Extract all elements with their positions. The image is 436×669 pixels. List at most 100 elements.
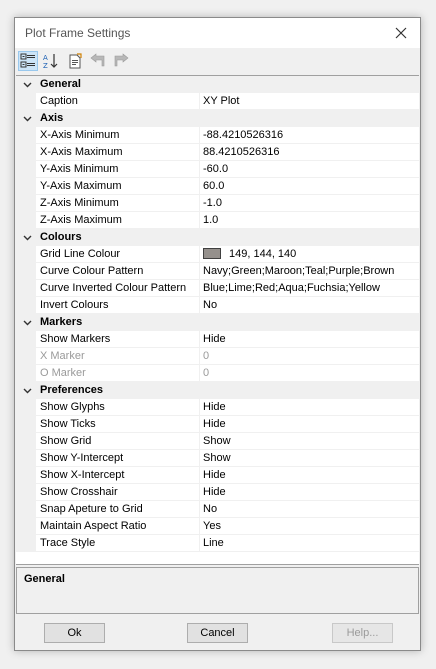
property-value-cell[interactable]: 88.4210526316	[199, 144, 419, 160]
row-gutter	[16, 144, 36, 161]
category-markers[interactable]: Markers	[16, 314, 419, 331]
property-value-cell[interactable]: -60.0	[199, 161, 419, 177]
property-value-cell[interactable]: -88.4210526316	[199, 127, 419, 143]
property-value: Hide	[203, 418, 226, 430]
property-row-show-crosshair[interactable]: Show Crosshair Hide	[16, 484, 419, 501]
property-value-cell[interactable]: 0	[199, 365, 419, 381]
property-name: Y-Axis Maximum	[40, 180, 122, 192]
property-value-cell[interactable]: No	[199, 501, 419, 517]
chevron-down-icon[interactable]	[22, 79, 33, 90]
property-row-grid-line-colour[interactable]: Grid Line Colour 149, 144, 140	[16, 246, 419, 263]
property-value: 0	[203, 367, 210, 379]
help-button[interactable]: Help...	[332, 623, 393, 643]
property-value-cell[interactable]: Hide	[199, 467, 419, 483]
property-value-cell[interactable]: Yes	[199, 518, 419, 534]
property-value-cell[interactable]: 60.0	[199, 178, 419, 194]
property-value-cell[interactable]: XY Plot	[199, 93, 419, 109]
chevron-down-icon[interactable]	[22, 385, 33, 396]
row-gutter	[16, 467, 36, 484]
title-bar[interactable]: Plot Frame Settings	[15, 18, 420, 48]
row-gutter	[16, 127, 36, 144]
chevron-down-icon[interactable]	[22, 317, 33, 328]
ok-button[interactable]: Ok	[44, 623, 105, 643]
row-gutter	[16, 246, 36, 263]
property-row-caption[interactable]: Caption XY Plot	[16, 93, 419, 110]
property-value: Yes	[203, 520, 221, 532]
property-value-cell[interactable]: Show	[199, 433, 419, 449]
category-colours[interactable]: Colours	[16, 229, 419, 246]
property-value: -60.0	[203, 163, 229, 175]
property-value-cell[interactable]: -1.0	[199, 195, 419, 211]
property-name: X Marker	[40, 350, 85, 362]
cancel-button[interactable]: Cancel	[187, 623, 248, 643]
property-row-z-axis-minimum[interactable]: Z-Axis Minimum -1.0	[16, 195, 419, 212]
property-row-show-markers[interactable]: Show Markers Hide	[16, 331, 419, 348]
property-row-show-glyphs[interactable]: Show Glyphs Hide	[16, 399, 419, 416]
property-row-x-axis-maximum[interactable]: X-Axis Maximum 88.4210526316	[16, 144, 419, 161]
property-value: Hide	[203, 333, 226, 345]
property-row-z-axis-maximum[interactable]: Z-Axis Maximum 1.0	[16, 212, 419, 229]
property-name: Caption	[40, 95, 78, 107]
undo-button[interactable]	[88, 51, 108, 71]
row-gutter	[16, 348, 36, 365]
property-name: Curve Inverted Colour Pattern	[40, 282, 187, 294]
categorized-button[interactable]	[18, 51, 38, 71]
property-row-curve-inverted-colour-pattern[interactable]: Curve Inverted Colour Pattern Blue;Lime;R…	[16, 280, 419, 297]
property-row-maintain-aspect-ratio[interactable]: Maintain Aspect Ratio Yes	[16, 518, 419, 535]
property-value-cell[interactable]: Line	[199, 535, 419, 551]
property-value-cell[interactable]: 1.0	[199, 212, 419, 228]
property-row-x-axis-minimum[interactable]: X-Axis Minimum -88.4210526316	[16, 127, 419, 144]
property-row-snap-apeture-to-grid[interactable]: Snap Apeture to Grid No	[16, 501, 419, 518]
property-row-invert-colours[interactable]: Invert Colours No	[16, 297, 419, 314]
property-name: X-Axis Minimum	[40, 129, 120, 141]
property-value-cell[interactable]: Hide	[199, 331, 419, 347]
category-axis[interactable]: Axis	[16, 110, 419, 127]
property-value-cell[interactable]: Hide	[199, 484, 419, 500]
redo-button[interactable]	[111, 51, 131, 71]
category-label: General	[40, 78, 81, 90]
property-value: Hide	[203, 469, 226, 481]
property-row-y-axis-minimum[interactable]: Y-Axis Minimum -60.0	[16, 161, 419, 178]
property-row-o-marker[interactable]: O Marker 0	[16, 365, 419, 382]
property-value-cell[interactable]: Navy;Green;Maroon;Teal;Purple;Brown	[199, 263, 419, 279]
property-value-cell[interactable]: 149, 144, 140	[199, 246, 419, 262]
plot-frame-settings-dialog: Plot Frame Settings A Z General Caption …	[14, 17, 421, 651]
chevron-down-icon[interactable]	[22, 232, 33, 243]
property-name: Show X-Intercept	[40, 469, 125, 481]
property-name: Show Y-Intercept	[40, 452, 124, 464]
property-value: No	[203, 299, 218, 311]
property-value: Navy;Green;Maroon;Teal;Purple;Brown	[203, 265, 395, 277]
property-value: XY Plot	[203, 95, 240, 107]
property-name: Show Markers	[40, 333, 111, 345]
close-icon	[395, 27, 407, 39]
property-value-cell[interactable]: Hide	[199, 416, 419, 432]
property-pages-button[interactable]	[65, 51, 85, 71]
property-value-cell[interactable]: No	[199, 297, 419, 313]
undo-icon	[90, 53, 105, 67]
property-value-cell[interactable]: Blue;Lime;Red;Aqua;Fuchsia;Yellow	[199, 280, 419, 296]
row-gutter	[16, 161, 36, 178]
property-row-x-marker[interactable]: X Marker 0	[16, 348, 419, 365]
row-gutter	[16, 365, 36, 382]
category-preferences[interactable]: Preferences	[16, 382, 419, 399]
property-row-curve-colour-pattern[interactable]: Curve Colour Pattern Navy;Green;Maroon;Te…	[16, 263, 419, 280]
row-gutter	[16, 212, 36, 229]
property-row-trace-style[interactable]: Trace Style Line	[16, 535, 419, 552]
property-row-show-ticks[interactable]: Show Ticks Hide	[16, 416, 419, 433]
window-title: Plot Frame Settings	[25, 26, 131, 40]
property-value: Hide	[203, 486, 226, 498]
property-row-show-x-intercept[interactable]: Show X-Intercept Hide	[16, 467, 419, 484]
property-row-show-y-intercept[interactable]: Show Y-Intercept Show	[16, 450, 419, 467]
property-name: Z-Axis Maximum	[40, 214, 122, 226]
property-value-cell[interactable]: Hide	[199, 399, 419, 415]
category-general[interactable]: General	[16, 76, 419, 93]
property-row-y-axis-maximum[interactable]: Y-Axis Maximum 60.0	[16, 178, 419, 195]
property-row-show-grid[interactable]: Show Grid Show	[16, 433, 419, 450]
alphabetical-button[interactable]: A Z	[41, 51, 61, 71]
property-value-cell[interactable]: 0	[199, 348, 419, 364]
property-value-cell[interactable]: Show	[199, 450, 419, 466]
property-grid[interactable]: General Caption XY Plot Axis X-Axis Minimum -…	[16, 75, 419, 565]
row-gutter	[16, 450, 36, 467]
chevron-down-icon[interactable]	[22, 113, 33, 124]
close-button[interactable]	[390, 22, 412, 44]
